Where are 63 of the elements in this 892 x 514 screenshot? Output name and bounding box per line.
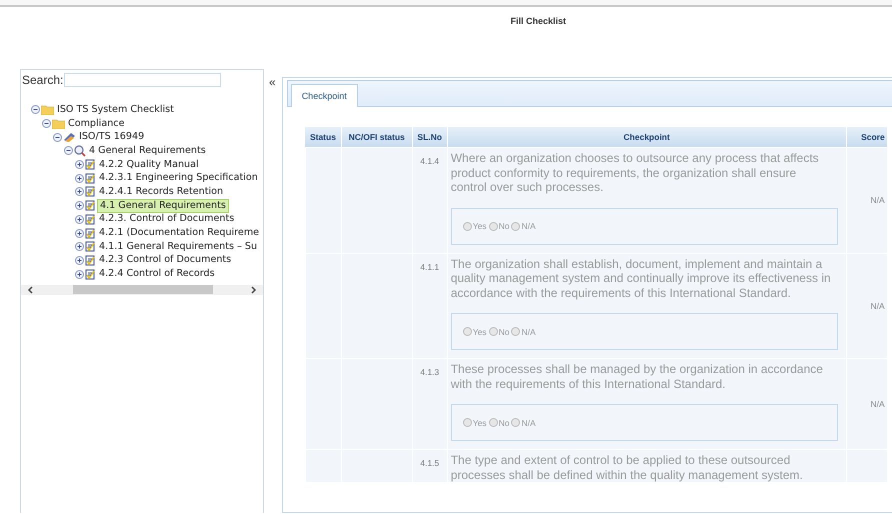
checkpoint-text: Where an organization chooses to outsource any process that affects product conformity to requirements, the organization shall ensure control over such processes. xyxy=(450,150,820,194)
search-label: Search: xyxy=(22,73,64,87)
tree-item[interactable]: 4.2.3. Control of Documents xyxy=(97,213,236,226)
expand-icon[interactable] xyxy=(75,160,84,170)
checklist-icon xyxy=(85,159,96,170)
tab[interactable]: Checkpoint xyxy=(290,84,358,107)
collapse-icon[interactable] xyxy=(31,105,40,114)
expand-icon[interactable] xyxy=(75,187,84,196)
score-value: N/A xyxy=(870,300,885,311)
collapse-icon[interactable] xyxy=(53,132,62,142)
score-value: N/A xyxy=(870,399,885,409)
expand-icon[interactable] xyxy=(75,201,84,210)
expand-icon[interactable] xyxy=(75,228,84,238)
column-header: Checkpoint xyxy=(447,127,846,148)
column-header: SL.No xyxy=(412,127,448,148)
magnifier-icon xyxy=(74,144,86,157)
scroll-left-icon[interactable] xyxy=(27,286,34,294)
tree-item[interactable]: 4.2.2 Quality Manual xyxy=(97,158,201,171)
tree-item[interactable]: 4.2.1 (Documentation Requireme xyxy=(97,227,262,240)
collapse-icon[interactable] xyxy=(64,146,73,156)
tree-item[interactable]: ISO/TS 16949 xyxy=(77,131,146,144)
folder-icon xyxy=(41,104,54,115)
checklist-icon xyxy=(85,241,96,252)
column-header: Status xyxy=(305,127,342,148)
folder-icon xyxy=(52,118,65,129)
tree-item[interactable]: 4.1.1 General Requirements – Su xyxy=(97,240,260,253)
tree-item[interactable]: ISO TS System Checklist xyxy=(55,104,176,116)
expand-icon[interactable] xyxy=(75,174,84,183)
checklist-icon xyxy=(85,200,96,212)
page-title: Fill Checklist xyxy=(510,16,566,26)
checkpoint-text: The type and extent of control to be applied to these outsourced processes shall be defined within the quality management system. xyxy=(450,452,804,482)
serial-number: 4.1.5 xyxy=(419,457,440,468)
score-value: N/A xyxy=(870,195,885,206)
checklist-icon xyxy=(85,214,96,225)
expand-icon[interactable] xyxy=(75,242,84,252)
checkpoint-text: The organization shall establish, document, implement and maintain a quality management system and continually improve its effectiveness in accordance with the requirements of this International Standard. xyxy=(450,256,832,300)
expand-icon[interactable] xyxy=(75,270,84,279)
tree-item[interactable]: 4.2.3.1 Engineering Specification xyxy=(97,172,260,184)
serial-number: 4.1.4 xyxy=(419,155,440,166)
serial-number: 4.1.1 xyxy=(419,260,440,272)
collapse-panel-button[interactable]: « xyxy=(269,75,276,89)
checklist-icon xyxy=(85,254,96,266)
tree-item[interactable]: Compliance xyxy=(66,118,126,130)
tree-item[interactable]: 4.2.3 Control of Documents xyxy=(97,254,234,266)
collapse-icon[interactable] xyxy=(42,119,51,128)
tree-item[interactable]: 4.1 General Requirements xyxy=(97,198,229,213)
serial-number: 4.1.3 xyxy=(419,366,440,377)
tree-item[interactable]: 4.2.4.1 Records Retention xyxy=(97,186,226,198)
checkpoint-text: These processes shall be managed by the organization in accordance with the requirements of this International Standard. xyxy=(450,361,824,391)
tree-item[interactable]: 4.2.4 Control of Records xyxy=(97,268,217,280)
checklist-icon xyxy=(85,172,96,184)
horizontal-scrollbar[interactable] xyxy=(21,284,263,295)
checklist-icon xyxy=(85,228,96,239)
checklist-icon xyxy=(85,268,96,280)
expand-icon[interactable] xyxy=(75,256,84,265)
books-icon xyxy=(63,132,76,143)
tree-item[interactable]: 4 General Requirements xyxy=(87,144,208,157)
column-header: Score xyxy=(846,127,888,148)
column-header: NC/OFI status xyxy=(341,127,412,148)
expand-icon[interactable] xyxy=(75,214,84,224)
search-field[interactable] xyxy=(64,73,222,87)
scroll-right-icon[interactable] xyxy=(250,286,257,294)
checklist-icon xyxy=(85,186,96,198)
